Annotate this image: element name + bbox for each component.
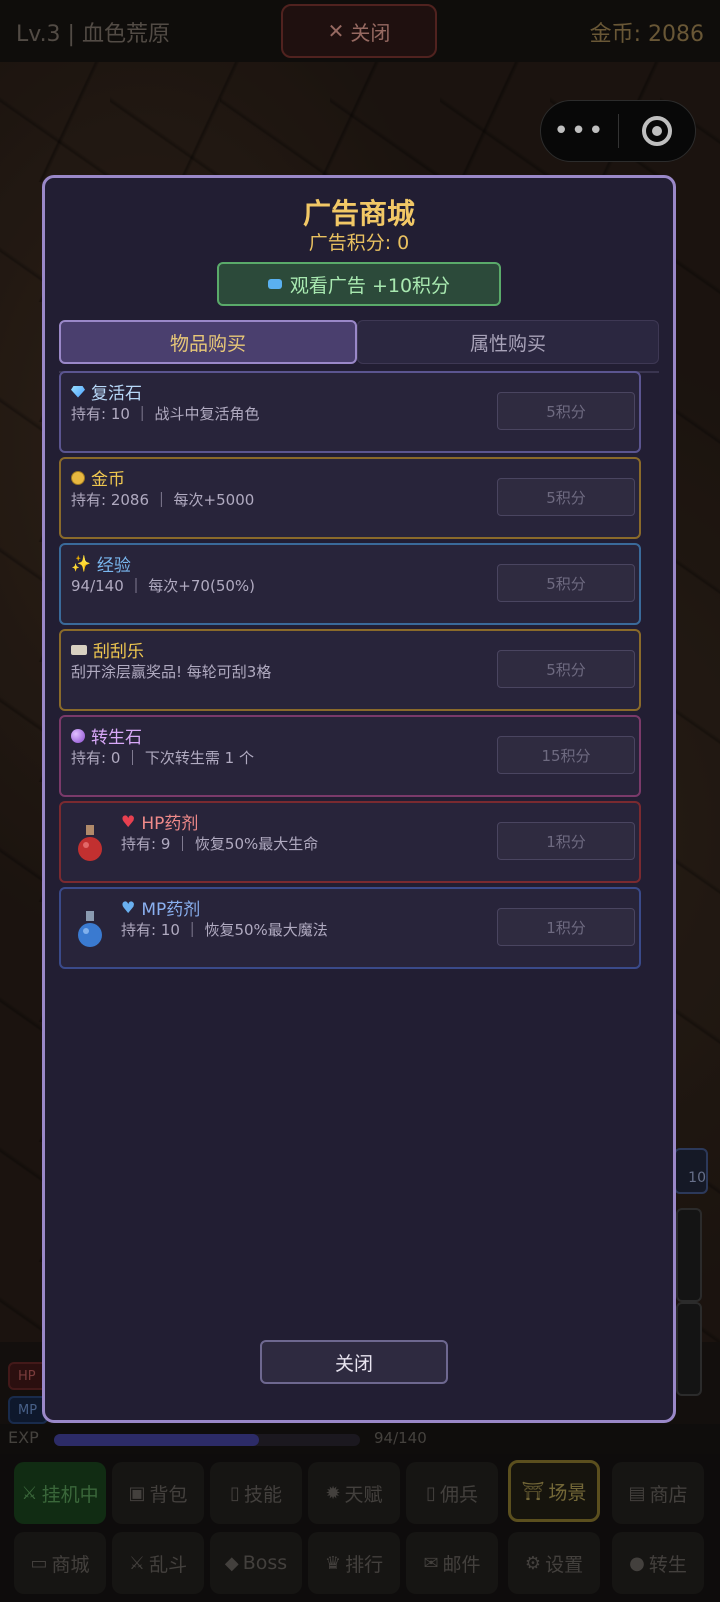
ad-shop-modal: 广告商城 广告积分: 0 观看广告 +10积分 物品购买 属性购买 复活石 持有…	[42, 175, 676, 1423]
modal-title: 广告商城	[302, 197, 415, 230]
buy-button[interactable]: 5积分	[497, 392, 635, 430]
buy-button[interactable]: 5积分	[497, 650, 635, 688]
buy-button[interactable]: 1积分	[497, 822, 635, 860]
buy-button[interactable]: 5积分	[497, 478, 635, 516]
item-name: 转生石	[91, 728, 142, 748]
ad-points-label: 广告积分: 0	[308, 232, 410, 254]
item-description: 持有: 9 ｜ 恢复50%最大生命	[121, 835, 319, 853]
red-heart-icon: ♥	[121, 812, 136, 831]
tab-attribute-purchase[interactable]: 属性购买	[357, 320, 659, 364]
game-screen: Lv.3 | 血色荒原 ✕ 关闭 金币: 2086 ••• 10 HP MP E…	[0, 0, 720, 1602]
shop-item-experience: ✨ 经验 94/140 ｜ 每次+70(50%) 5积分	[59, 543, 641, 625]
watch-ad-label: 观看广告 +10积分	[289, 274, 451, 297]
item-description: 刮开涂层赢奖品! 每轮可刮3格	[71, 663, 272, 681]
item-description: 持有: 0 ｜ 下次转生需 1 个	[71, 749, 254, 767]
item-description: 持有: 10 ｜ 战斗中复活角色	[71, 405, 260, 423]
item-name: 复活石	[91, 384, 142, 404]
ticket-icon	[71, 644, 87, 655]
item-name: MP药剂	[141, 900, 201, 920]
crystal-ball-icon	[71, 728, 85, 743]
watch-ad-button[interactable]: 观看广告 +10积分	[217, 262, 501, 306]
item-description: 持有: 10 ｜ 恢复50%最大魔法	[121, 921, 328, 939]
blue-potion-icon	[78, 911, 102, 947]
shop-item-mp-potion: ♥ MP药剂 持有: 10 ｜ 恢复50%最大魔法 1积分	[59, 887, 641, 969]
buy-button[interactable]: 5积分	[497, 564, 635, 602]
item-name: 金币	[91, 470, 125, 490]
item-name: 刮刮乐	[93, 642, 144, 662]
red-potion-icon	[78, 825, 102, 861]
tv-icon	[267, 279, 282, 289]
buy-button[interactable]: 15积分	[497, 736, 635, 774]
shop-item-rebirth-stone: 转生石 持有: 0 ｜ 下次转生需 1 个 15积分	[59, 715, 641, 797]
item-name: 经验	[96, 556, 131, 576]
shop-item-hp-potion: ♥ HP药剂 持有: 9 ｜ 恢复50%最大生命 1积分	[59, 801, 641, 883]
item-description: 持有: 2086 ｜ 每次+5000	[71, 491, 255, 509]
coin-icon	[71, 470, 85, 485]
modal-close-button[interactable]: 关闭	[260, 1340, 448, 1384]
blue-heart-icon: ♥	[121, 898, 136, 917]
tab-item-purchase[interactable]: 物品购买	[59, 320, 357, 364]
item-description: 94/140 ｜ 每次+70(50%)	[71, 577, 256, 595]
item-name: HP药剂	[141, 814, 199, 834]
diamond-icon	[71, 385, 85, 398]
sparkles-icon: ✨	[71, 554, 91, 573]
shop-item-gold: 金币 持有: 2086 ｜ 每次+5000 5积分	[59, 457, 641, 539]
shop-item-scratch-card: 刮刮乐 刮开涂层赢奖品! 每轮可刮3格 5积分	[59, 629, 641, 711]
shop-tabs: 物品购买 属性购买	[59, 320, 659, 364]
buy-button[interactable]: 1积分	[497, 908, 635, 946]
shop-item-revive-stone: 复活石 持有: 10 ｜ 战斗中复活角色 5积分	[59, 371, 641, 453]
